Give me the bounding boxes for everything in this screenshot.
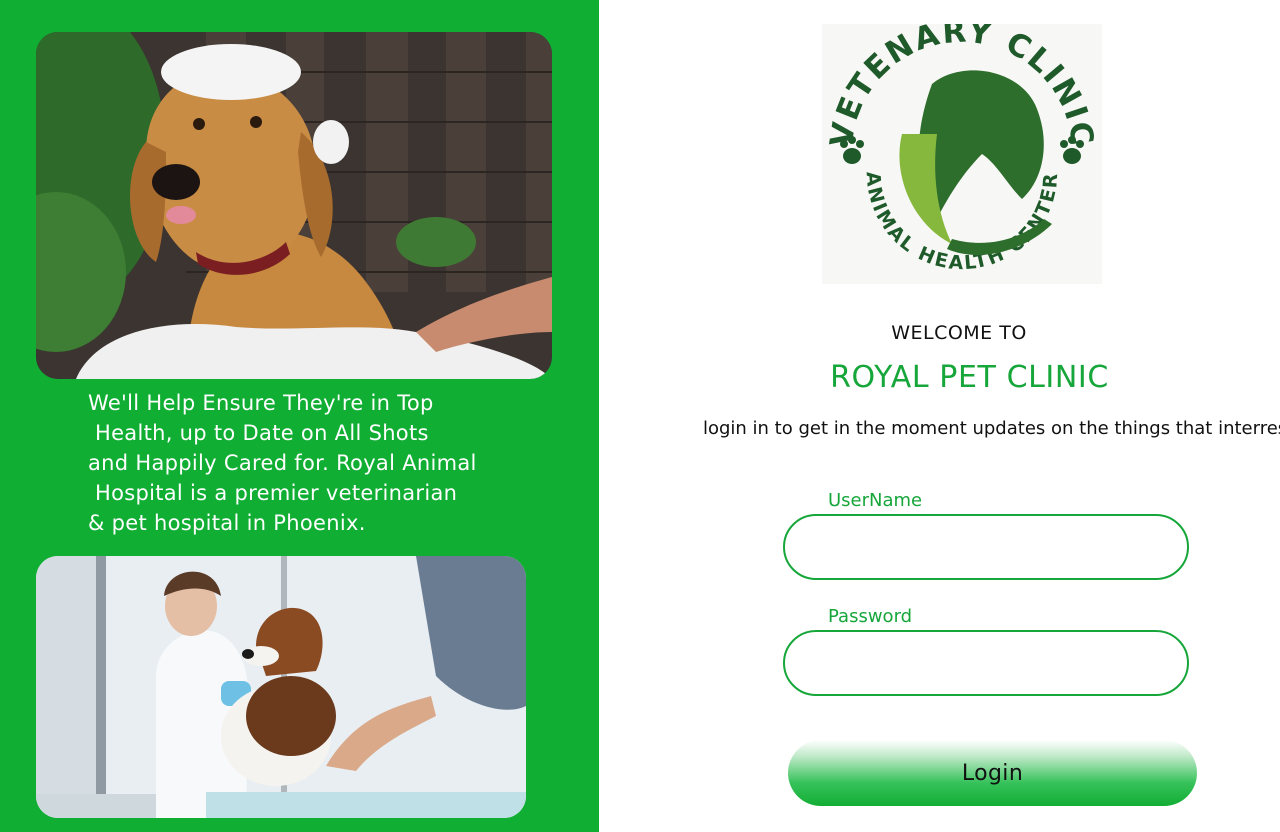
promo-line: Health, up to Date on All Shots: [88, 421, 429, 445]
promo-line: and Happily Cared for. Royal Animal: [88, 451, 477, 475]
username-label: UserName: [828, 490, 923, 511]
dog-bath-photo: [36, 32, 552, 379]
promo-text: We'll Help Ensure They're in Top Health,…: [88, 388, 558, 538]
password-field-wrapper: [783, 630, 1189, 696]
left-panel: We'll Help Ensure They're in Top Health,…: [0, 0, 599, 832]
password-label: Password: [828, 606, 913, 627]
promo-line: We'll Help Ensure They're in Top: [88, 391, 434, 415]
username-field-wrapper: [783, 514, 1189, 580]
clinic-logo: VETENARY CLINIC ANIMAL HEALTH CENTER: [822, 24, 1102, 284]
welcome-text: WELCOME TO: [891, 322, 1027, 344]
promo-line: & pet hospital in Phoenix.: [88, 511, 366, 535]
promo-line: Hospital is a premier veterinarian: [88, 481, 458, 505]
password-input[interactable]: [785, 632, 1187, 694]
login-panel: VETENARY CLINIC ANIMAL HEALTH CENTER WEL…: [599, 0, 1280, 832]
vet-exam-photo: [36, 556, 526, 818]
login-button[interactable]: Login: [788, 740, 1197, 806]
username-input[interactable]: [785, 516, 1187, 578]
tagline-text: login in to get in the moment updates on…: [702, 418, 1280, 439]
clinic-name-heading: ROYAL PET CLINIC: [830, 360, 1109, 395]
